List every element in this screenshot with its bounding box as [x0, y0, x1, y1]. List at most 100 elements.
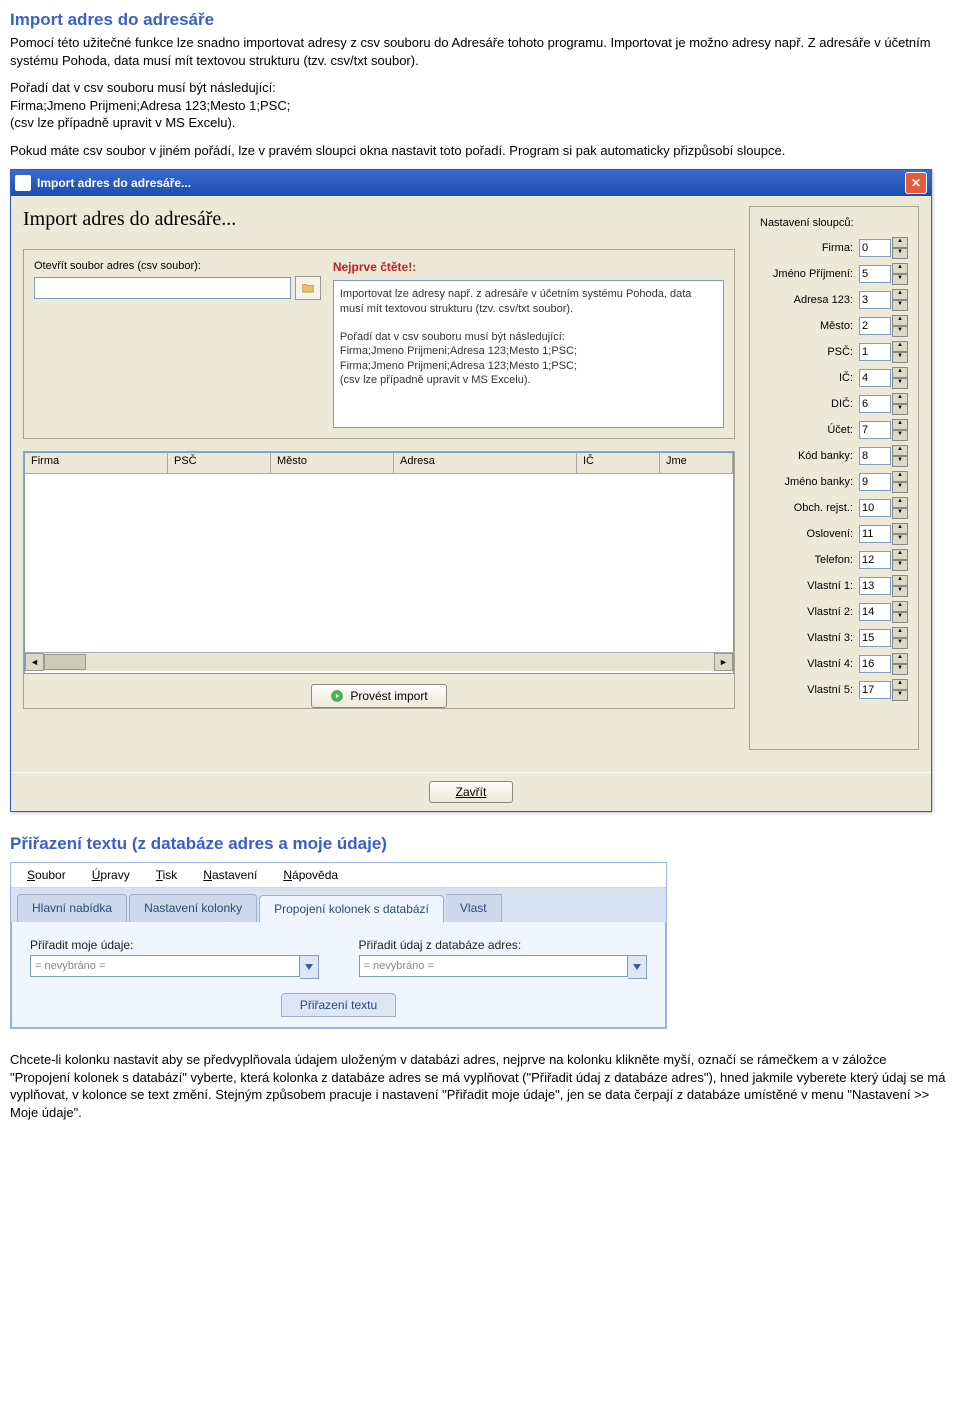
column-header[interactable]: Město: [271, 453, 394, 473]
menu-item[interactable]: Soubor: [15, 865, 78, 885]
spinner-up-button[interactable]: ▲: [892, 523, 908, 534]
close-button[interactable]: Zavřít: [429, 781, 514, 803]
column-header[interactable]: PSČ: [168, 453, 271, 473]
spinner-down-button[interactable]: ▼: [892, 248, 908, 259]
spinner-up-button[interactable]: ▲: [892, 315, 908, 326]
browse-button[interactable]: [295, 276, 321, 300]
preview-table[interactable]: FirmaPSČMěstoAdresaIČJme ◄ ►: [24, 452, 734, 674]
spinner-up-button[interactable]: ▲: [892, 341, 908, 352]
setting-row: Jméno banky:▲▼: [760, 471, 908, 493]
setting-spinner[interactable]: [859, 655, 891, 673]
spinner-up-button[interactable]: ▲: [892, 497, 908, 508]
spinner-down-button[interactable]: ▼: [892, 274, 908, 285]
spinner-up-button[interactable]: ▲: [892, 419, 908, 430]
spinner-up-button[interactable]: ▲: [892, 601, 908, 612]
assign-db-combo[interactable]: [359, 955, 629, 977]
spinner-down-button[interactable]: ▼: [892, 560, 908, 571]
spinner-up-button[interactable]: ▲: [892, 679, 908, 690]
spinner-down-button[interactable]: ▼: [892, 534, 908, 545]
tab[interactable]: Hlavní nabídka: [17, 894, 127, 922]
setting-label: Firma:: [760, 242, 859, 254]
spinner-up-button[interactable]: ▲: [892, 367, 908, 378]
spinner-down-button[interactable]: ▼: [892, 638, 908, 649]
spinner-down-button[interactable]: ▼: [892, 482, 908, 493]
tab[interactable]: Propojení kolonek s databází: [259, 895, 444, 923]
assign-my-combo[interactable]: [30, 955, 300, 977]
spinner-down-button[interactable]: ▼: [892, 326, 908, 337]
setting-row: Vlastní 2:▲▼: [760, 601, 908, 623]
spinner-up-button[interactable]: ▲: [892, 653, 908, 664]
setting-spinner[interactable]: [859, 265, 891, 283]
spinner-down-button[interactable]: ▼: [892, 404, 908, 415]
setting-spinner[interactable]: [859, 603, 891, 621]
spinner-up-button[interactable]: ▲: [892, 263, 908, 274]
setting-row: Adresa 123:▲▼: [760, 289, 908, 311]
titlebar[interactable]: Import adres do adresáře... ✕: [11, 170, 931, 196]
setting-spinner[interactable]: [859, 551, 891, 569]
menu-item[interactable]: Nastavení: [191, 865, 269, 885]
spinner-up-button[interactable]: ▲: [892, 237, 908, 248]
menu-item[interactable]: Úpravy: [80, 865, 142, 885]
setting-label: Vlastní 1:: [760, 580, 859, 592]
info-textarea[interactable]: Importovat lze adresy např. z adresáře v…: [333, 280, 724, 428]
folder-open-icon: [301, 281, 315, 295]
spinner-down-button[interactable]: ▼: [892, 612, 908, 623]
setting-spinner[interactable]: [859, 421, 891, 439]
setting-spinner[interactable]: [859, 343, 891, 361]
setting-spinner[interactable]: [859, 291, 891, 309]
spinner-down-button[interactable]: ▼: [892, 430, 908, 441]
setting-spinner[interactable]: [859, 447, 891, 465]
setting-spinner[interactable]: [859, 369, 891, 387]
setting-spinner[interactable]: [859, 629, 891, 647]
setting-spinner[interactable]: [859, 499, 891, 517]
run-import-button[interactable]: Provést import: [311, 684, 446, 708]
open-file-label: Otevřít soubor adres (csv soubor):: [34, 260, 321, 272]
spinner-up-button[interactable]: ▲: [892, 575, 908, 586]
menu-item[interactable]: Tisk: [144, 865, 190, 885]
setting-spinner[interactable]: [859, 577, 891, 595]
spinner-up-button[interactable]: ▲: [892, 549, 908, 560]
setting-spinner[interactable]: [859, 681, 891, 699]
doc-para-4: Chcete-li kolonku nastavit aby se předvy…: [10, 1051, 950, 1121]
column-header[interactable]: Jme: [660, 453, 733, 473]
dropdown-button-1[interactable]: [300, 955, 319, 979]
setting-spinner[interactable]: [859, 317, 891, 335]
tab[interactable]: Vlast: [446, 894, 502, 922]
doc-para-2: Pořadí dat v csv souboru musí být násled…: [10, 79, 950, 132]
spinner-down-button[interactable]: ▼: [892, 352, 908, 363]
file-path-input[interactable]: [34, 277, 291, 299]
setting-spinner[interactable]: [859, 473, 891, 491]
setting-spinner[interactable]: [859, 395, 891, 413]
spinner-down-button[interactable]: ▼: [892, 690, 908, 701]
setting-row: Kód banky:▲▼: [760, 445, 908, 467]
dropdown-button-2[interactable]: [628, 955, 647, 979]
spinner-down-button[interactable]: ▼: [892, 300, 908, 311]
tab[interactable]: Nastavení kolonky: [129, 894, 257, 922]
spinner-up-button[interactable]: ▲: [892, 627, 908, 638]
close-icon[interactable]: ✕: [905, 172, 927, 194]
read-first-label: Nejprve čtěte!:: [333, 260, 724, 274]
spinner-down-button[interactable]: ▼: [892, 508, 908, 519]
column-header[interactable]: Adresa: [394, 453, 577, 473]
spinner-up-button[interactable]: ▲: [892, 471, 908, 482]
subtab-assign-text[interactable]: Přiřazení textu: [281, 993, 396, 1017]
doc-para-3: Pokud máte csv soubor v jiném pořádí, lz…: [10, 142, 950, 160]
horizontal-scrollbar[interactable]: ◄ ►: [25, 652, 733, 671]
scroll-right-button[interactable]: ►: [714, 653, 733, 671]
setting-spinner[interactable]: [859, 239, 891, 257]
assign-my-label: Přiřadit moje údaje:: [30, 938, 319, 952]
column-header[interactable]: IČ: [577, 453, 660, 473]
menu-item[interactable]: Nápověda: [271, 865, 350, 885]
spinner-up-button[interactable]: ▲: [892, 289, 908, 300]
spinner-down-button[interactable]: ▼: [892, 378, 908, 389]
scroll-left-button[interactable]: ◄: [25, 653, 44, 671]
spinner-down-button[interactable]: ▼: [892, 456, 908, 467]
setting-spinner[interactable]: [859, 525, 891, 543]
spinner-down-button[interactable]: ▼: [892, 586, 908, 597]
scroll-thumb[interactable]: [44, 654, 86, 670]
spinner-up-button[interactable]: ▲: [892, 445, 908, 456]
spinner-up-button[interactable]: ▲: [892, 393, 908, 404]
column-header[interactable]: Firma: [25, 453, 168, 473]
spinner-down-button[interactable]: ▼: [892, 664, 908, 675]
assign-db-label: Přiřadit údaj z databáze adres:: [359, 938, 648, 952]
